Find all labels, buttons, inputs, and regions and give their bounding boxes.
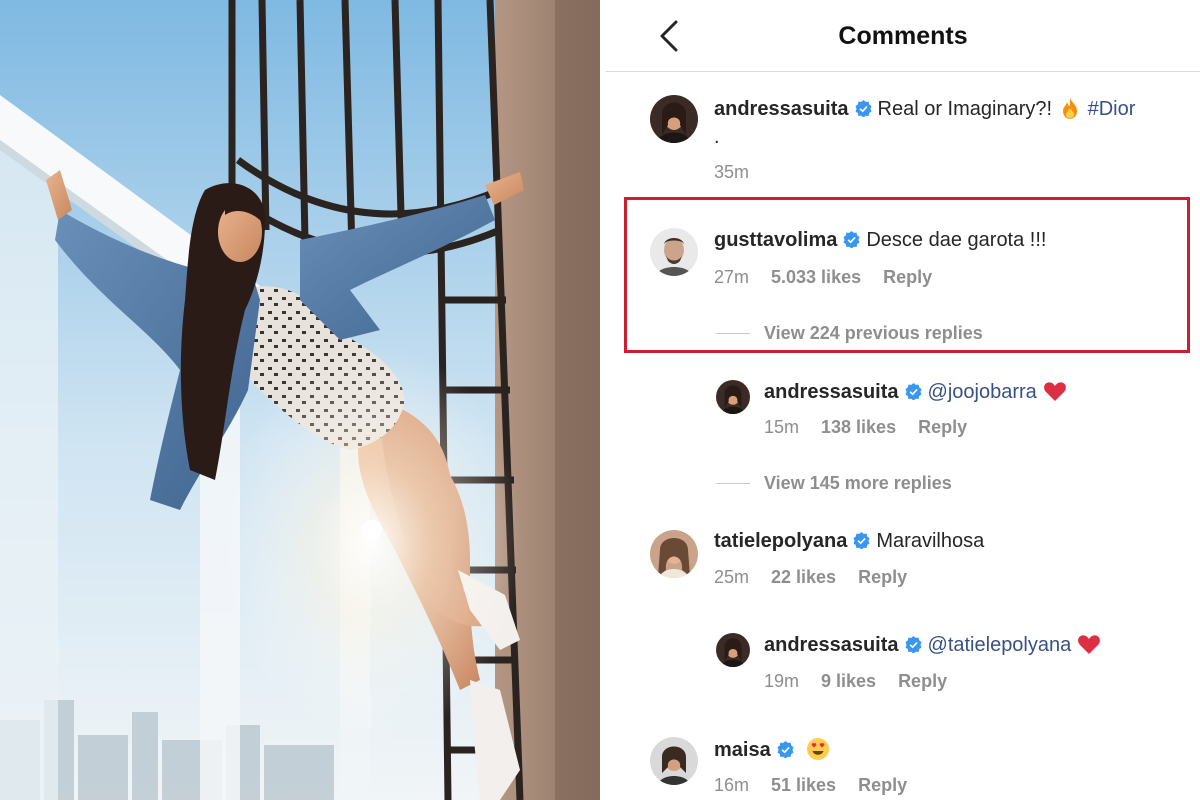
avatar-gusttavolima[interactable]: [650, 228, 698, 276]
comment-likes[interactable]: 5.033 likes: [771, 267, 861, 287]
reply-meta: 19m 9 likes Reply: [764, 671, 969, 692]
comment-meta: 27m 5.033 likes Reply: [714, 267, 954, 288]
avatar-image: [650, 530, 698, 578]
comment-likes[interactable]: 22 likes: [771, 567, 836, 587]
view-replies-line: [716, 483, 750, 484]
verified-badge-icon: [777, 741, 794, 758]
avatar-andressasuita[interactable]: [716, 633, 750, 667]
comment-meta: 16m 51 likes Reply: [714, 775, 929, 796]
post-photo: [0, 0, 600, 800]
verified-badge-icon: [843, 231, 860, 248]
verified-badge-icon: [853, 532, 870, 549]
verified-badge-icon: [905, 383, 922, 400]
comment-username[interactable]: gusttavolima: [714, 229, 837, 251]
comment-time: 25m: [714, 567, 750, 587]
avatar-andressasuita[interactable]: [650, 95, 698, 143]
caption-text: Real or Imaginary?!: [877, 98, 1053, 120]
reply-line: andressasuita @joojobarra: [764, 380, 1067, 404]
red-heart-emoji-icon: [1078, 635, 1101, 654]
avatar-image: [650, 95, 698, 143]
caption-second-line: .: [714, 126, 720, 148]
comment-text: Desce dae garota !!!: [866, 229, 1047, 251]
view-more-replies-button[interactable]: View 145 more replies: [764, 473, 952, 494]
comment-likes[interactable]: 51 likes: [771, 775, 836, 795]
verified-badge-icon: [905, 636, 922, 653]
avatar-image: [716, 633, 750, 667]
reply-time: 15m: [764, 417, 800, 437]
comments-panel: Comments andressasuita Real or Imaginary?…: [606, 0, 1200, 800]
reply-meta: 15m 138 likes Reply: [764, 417, 989, 438]
photo-illustration: [0, 0, 600, 800]
comment-username[interactable]: maisa: [714, 739, 771, 761]
reply-username[interactable]: andressasuita: [764, 381, 899, 403]
reply-button[interactable]: Reply: [918, 417, 967, 437]
avatar-image: [650, 228, 698, 276]
caption-hashtag[interactable]: #Dior: [1088, 98, 1136, 120]
avatar-image: [716, 380, 750, 414]
comments-header: Comments: [606, 0, 1200, 72]
comment-text: Maravilhosa: [876, 530, 985, 552]
verified-badge-icon: [855, 100, 872, 117]
avatar-andressasuita[interactable]: [716, 380, 750, 414]
reply-line: andressasuita @tatielepolyana: [764, 633, 1101, 657]
view-replies-line: [716, 333, 750, 334]
reply-mention[interactable]: @tatielepolyana: [928, 634, 1072, 656]
red-heart-emoji-icon: [1043, 382, 1066, 401]
avatar-tatielepolyana[interactable]: [650, 530, 698, 578]
reply-button[interactable]: Reply: [858, 775, 907, 795]
page-title: Comments: [838, 22, 968, 50]
reply-likes[interactable]: 138 likes: [821, 417, 896, 437]
reply-button[interactable]: Reply: [858, 567, 907, 587]
caption-time: 35m: [714, 162, 750, 182]
comment-username[interactable]: tatielepolyana: [714, 530, 847, 552]
caption-line: andressasuita Real or Imaginary?! #Dior: [714, 96, 1135, 121]
comment-line-maisa: maisa: [714, 737, 830, 762]
caption-meta: 35m: [714, 162, 771, 183]
avatar-maisa[interactable]: [650, 737, 698, 785]
view-previous-replies-button[interactable]: View 224 previous replies: [764, 323, 983, 344]
comment-time: 27m: [714, 267, 750, 287]
comment-line-gusttavolima: gusttavolima Desce dae garota !!!: [714, 229, 1046, 252]
comment-meta: 25m 22 likes Reply: [714, 567, 929, 588]
reply-time: 19m: [764, 671, 800, 691]
reply-button[interactable]: Reply: [883, 267, 932, 287]
comment-time: 16m: [714, 775, 750, 795]
caption-username[interactable]: andressasuita: [714, 98, 849, 120]
heart-eyes-emoji-icon: [806, 738, 829, 760]
reply-likes[interactable]: 9 likes: [821, 671, 876, 691]
reply-mention[interactable]: @joojobarra: [928, 381, 1037, 403]
reply-username[interactable]: andressasuita: [764, 634, 899, 656]
comment-line-tatielepolyana: tatielepolyana Maravilhosa: [714, 530, 984, 553]
reply-button[interactable]: Reply: [898, 671, 947, 691]
avatar-image: [650, 737, 698, 785]
fire-emoji-icon: [1063, 98, 1078, 119]
